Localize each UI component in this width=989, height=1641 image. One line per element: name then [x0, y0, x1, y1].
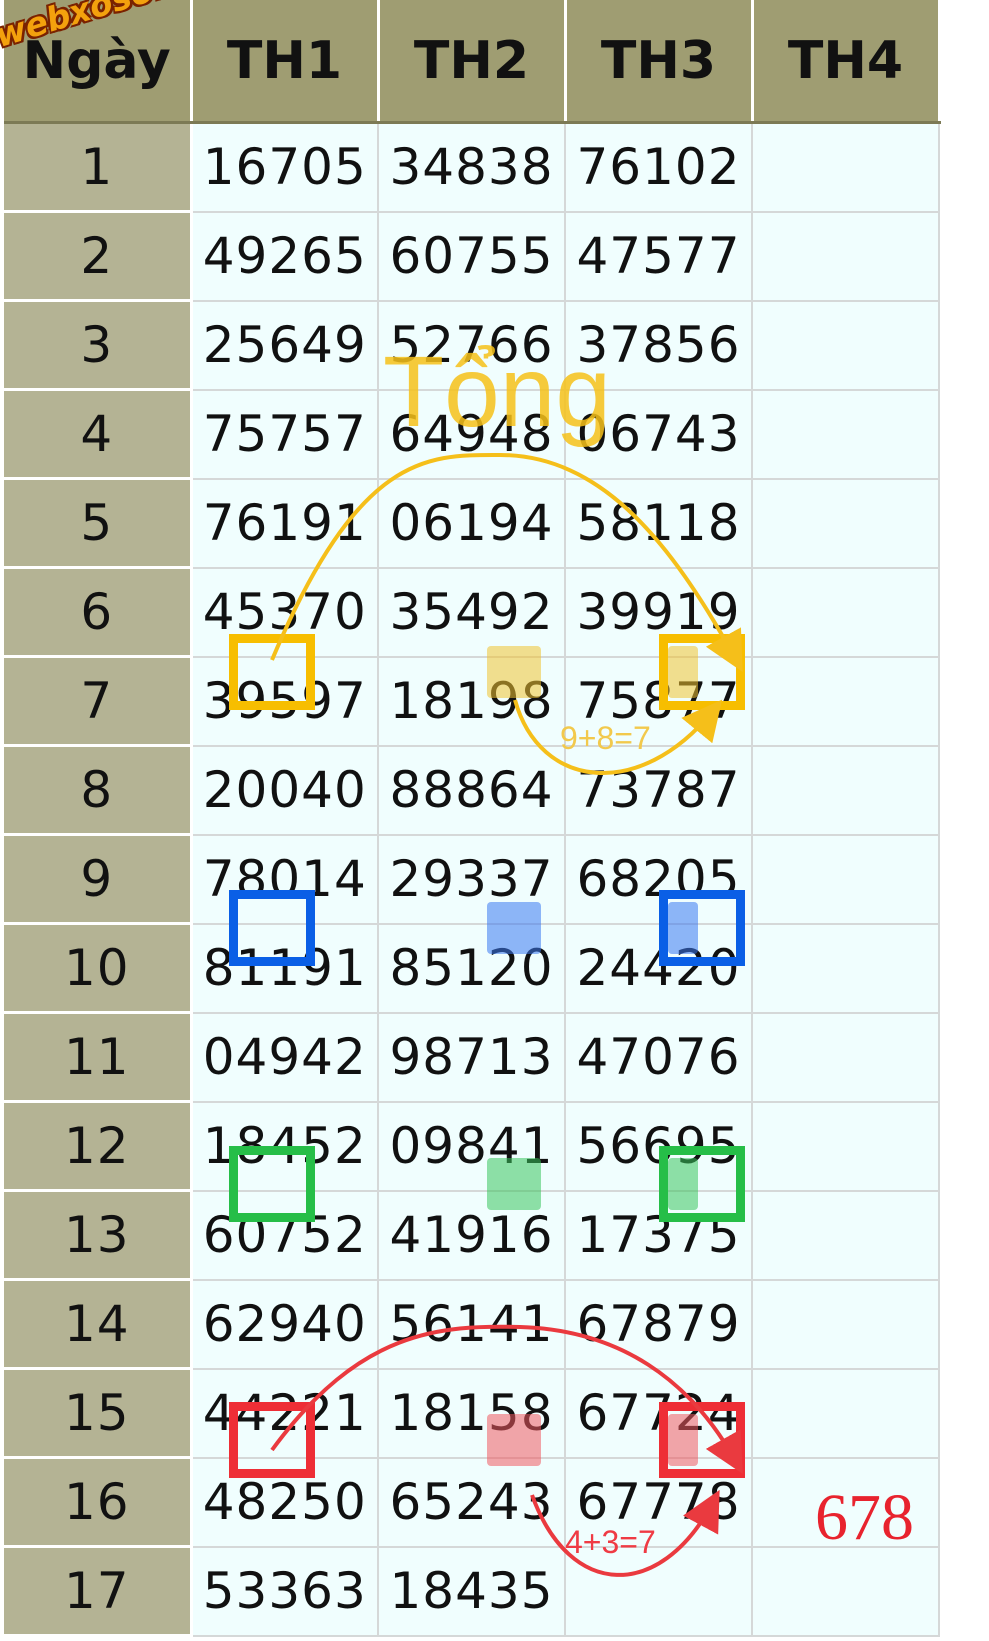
arrow-yellow-top: [270, 452, 743, 673]
lottery-stats-image: Ngày TH1 TH2 TH3 TH4 1 16705 34838 76102 2 49…: [0, 0, 989, 1641]
arrow-overlay: [270, 452, 743, 1577]
sum-annotation-yellow: 9+8=7: [560, 720, 651, 756]
result-annotation: 678: [815, 1481, 914, 1554]
tong-annotation: Tổng: [383, 336, 611, 448]
arrow-red-top: [270, 1324, 743, 1474]
sum-annotation-red: 4+3=7: [565, 1524, 656, 1560]
